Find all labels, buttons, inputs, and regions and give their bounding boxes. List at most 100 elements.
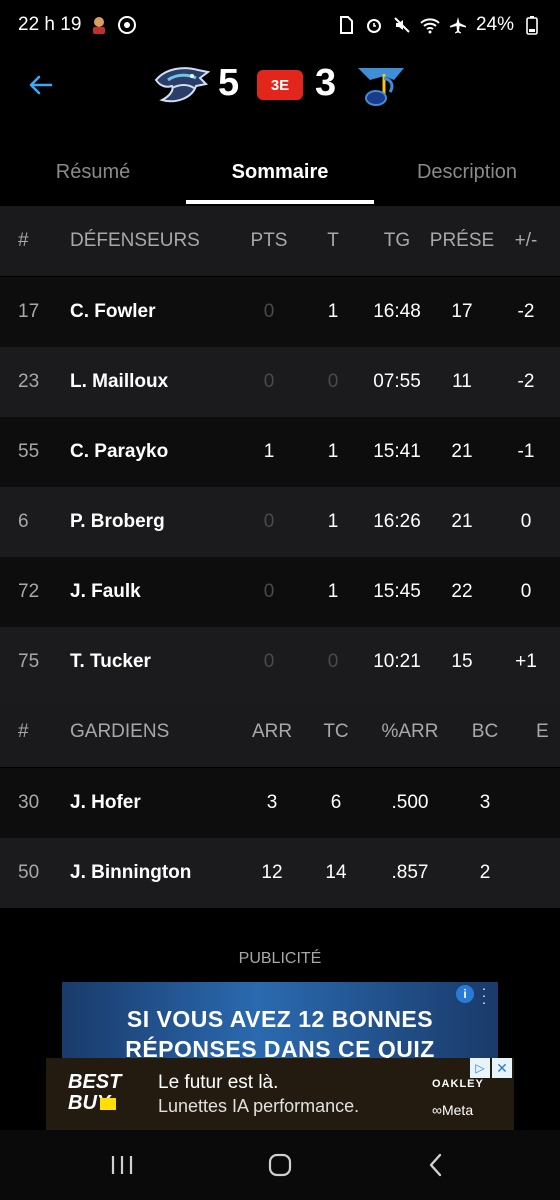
plus-minus-cell: -2 xyxy=(517,301,535,322)
table-row[interactable]: 75 T. Tucker 0 0 10:21 15 +1 xyxy=(0,627,560,697)
ad-more-icon[interactable]: · · · xyxy=(478,982,490,1009)
shots-against-cell: 14 xyxy=(325,862,347,883)
adchoices-icon[interactable]: ▷ xyxy=(470,1058,490,1078)
airplane-icon xyxy=(448,15,468,35)
col-header-save-pct[interactable]: %ARR xyxy=(372,697,448,767)
plus-minus-cell: -2 xyxy=(517,371,535,392)
tab-sommaire[interactable]: Sommaire xyxy=(186,140,374,204)
table-row[interactable]: 72 J. Faulk 0 1 15:45 22 0 xyxy=(0,557,560,627)
wifi-icon xyxy=(420,15,440,35)
oakley-logo: OAKLEY xyxy=(432,1078,484,1090)
col-header-goalies: GARDIENS xyxy=(70,721,170,742)
period-badge: 3E xyxy=(257,70,303,100)
tab-description[interactable]: Description xyxy=(374,140,560,204)
back-arrow-icon[interactable] xyxy=(26,70,56,100)
plus-minus-cell: 0 xyxy=(520,581,532,602)
player-name[interactable]: P. Broberg xyxy=(70,487,165,557)
player-number: 72 xyxy=(18,581,40,602)
back-icon[interactable] xyxy=(416,1148,456,1182)
plus-minus-cell: 0 xyxy=(520,511,532,532)
col-header-arr[interactable]: ARR xyxy=(246,697,298,767)
saves-cell: 12 xyxy=(261,862,283,883)
player-number: 50 xyxy=(18,862,40,883)
shifts-cell: 11 xyxy=(452,371,472,392)
battery-level: 24% xyxy=(475,14,514,35)
notification-avatar-icon xyxy=(89,15,109,35)
tab-resume[interactable]: Résumé xyxy=(0,140,186,204)
shifts-cell: 21 xyxy=(451,441,473,462)
col-header-plus-minus[interactable]: +/- xyxy=(506,206,546,276)
col-header-tg[interactable]: TG xyxy=(366,206,428,276)
points-cell: 1 xyxy=(263,441,275,462)
game-tabs: Résumé Sommaire Description xyxy=(0,140,560,204)
col-header-pts[interactable]: PTS xyxy=(240,206,298,276)
mute-icon xyxy=(392,15,412,35)
ad-subtitle: Lunettes IA performance. xyxy=(158,1096,360,1116)
points-cell: 0 xyxy=(263,651,275,672)
player-name[interactable]: T. Tucker xyxy=(70,627,151,697)
col-header-number: # xyxy=(18,230,29,251)
saves-cell: 3 xyxy=(266,792,278,813)
player-name[interactable]: L. Mailloux xyxy=(70,347,168,417)
recent-apps-icon[interactable] xyxy=(102,1148,142,1182)
player-name[interactable]: J. Faulk xyxy=(70,557,141,627)
ad-title: Le futur est là. xyxy=(158,1072,279,1093)
col-header-t[interactable]: T xyxy=(312,206,354,276)
col-header-defense: DÉFENSEURS xyxy=(70,230,200,251)
status-bar: 22 h 19 24% xyxy=(0,0,560,50)
system-nav-bar xyxy=(0,1130,560,1200)
shifts-cell: 15 xyxy=(451,651,473,672)
shots-cell: 1 xyxy=(327,301,339,322)
table-row[interactable]: 6 P. Broberg 0 1 16:26 21 0 xyxy=(0,487,560,557)
table-row[interactable]: 23 L. Mailloux 0 0 07:55 11 -2 xyxy=(0,347,560,417)
col-header-partial[interactable]: E xyxy=(536,697,560,767)
toi-cell: 16:48 xyxy=(373,301,421,322)
home-team-logo[interactable] xyxy=(152,62,211,108)
home-score: 5 xyxy=(218,62,240,104)
bestbuy-ad[interactable]: BEST BUY Le futur est là. Lunettes IA pe… xyxy=(46,1058,514,1130)
defense-header-row: # DÉFENSEURS PTS T TG PRÉSE +/- xyxy=(0,206,560,276)
table-row[interactable]: 50 J. Binnington 12 14 .857 2 xyxy=(0,838,560,908)
points-cell: 0 xyxy=(263,371,275,392)
table-row[interactable]: 17 C. Fowler 0 1 16:48 17 -2 xyxy=(0,277,560,347)
shots-cell: 0 xyxy=(327,651,339,672)
player-number: 23 xyxy=(18,371,40,392)
shots-cell: 1 xyxy=(327,511,339,532)
shifts-cell: 22 xyxy=(451,581,473,602)
player-name[interactable]: J. Hofer xyxy=(70,768,141,838)
ad-info-icon[interactable]: i xyxy=(456,985,474,1003)
shifts-cell: 17 xyxy=(451,301,473,322)
toi-cell: 16:26 xyxy=(373,511,421,532)
active-tab-indicator xyxy=(186,200,374,204)
battery-icon xyxy=(522,15,542,35)
goalies-header-row: # GARDIENS ARR TC %ARR BC E xyxy=(0,697,560,767)
ad-banner-line-1: SI VOUS AVEZ 12 BONNES xyxy=(126,1006,434,1032)
game-header: 5 3E 3 xyxy=(0,50,560,122)
meta-logo: ∞Meta xyxy=(432,1102,474,1118)
player-name[interactable]: J. Binnington xyxy=(70,838,191,908)
col-header-prese[interactable]: PRÉSE xyxy=(426,206,498,276)
toi-cell: 15:41 xyxy=(373,441,421,462)
ad-banner-line-2: RÉPONSES DANS CE QUIZ xyxy=(125,1036,435,1058)
save-pct-cell: .857 xyxy=(391,862,429,883)
quiz-ad-banner[interactable]: SI VOUS AVEZ 12 BONNES RÉPONSES DANS CE … xyxy=(62,982,498,1058)
home-icon[interactable] xyxy=(260,1148,300,1182)
points-cell: 0 xyxy=(263,301,275,322)
ad-close-icon[interactable]: ✕ xyxy=(492,1058,512,1078)
player-name[interactable]: C. Fowler xyxy=(70,277,156,347)
player-number: 17 xyxy=(18,301,40,322)
toi-cell: 07:55 xyxy=(373,371,421,392)
toi-cell: 10:21 xyxy=(373,651,421,672)
table-row[interactable]: 55 C. Parayko 1 1 15:41 21 -1 xyxy=(0,417,560,487)
ad-label: PUBLICITÉ xyxy=(238,950,322,967)
player-name[interactable]: C. Parayko xyxy=(70,417,168,487)
table-row[interactable]: 30 J. Hofer 3 6 .500 3 xyxy=(0,768,560,838)
points-cell: 0 xyxy=(263,511,275,532)
notification-disc-icon xyxy=(117,15,137,35)
shots-against-cell: 6 xyxy=(330,792,342,813)
player-number: 30 xyxy=(18,792,40,813)
col-header-bc[interactable]: BC xyxy=(464,697,506,767)
player-number: 75 xyxy=(18,651,40,672)
away-team-logo[interactable] xyxy=(356,64,406,108)
col-header-tc[interactable]: TC xyxy=(314,697,358,767)
